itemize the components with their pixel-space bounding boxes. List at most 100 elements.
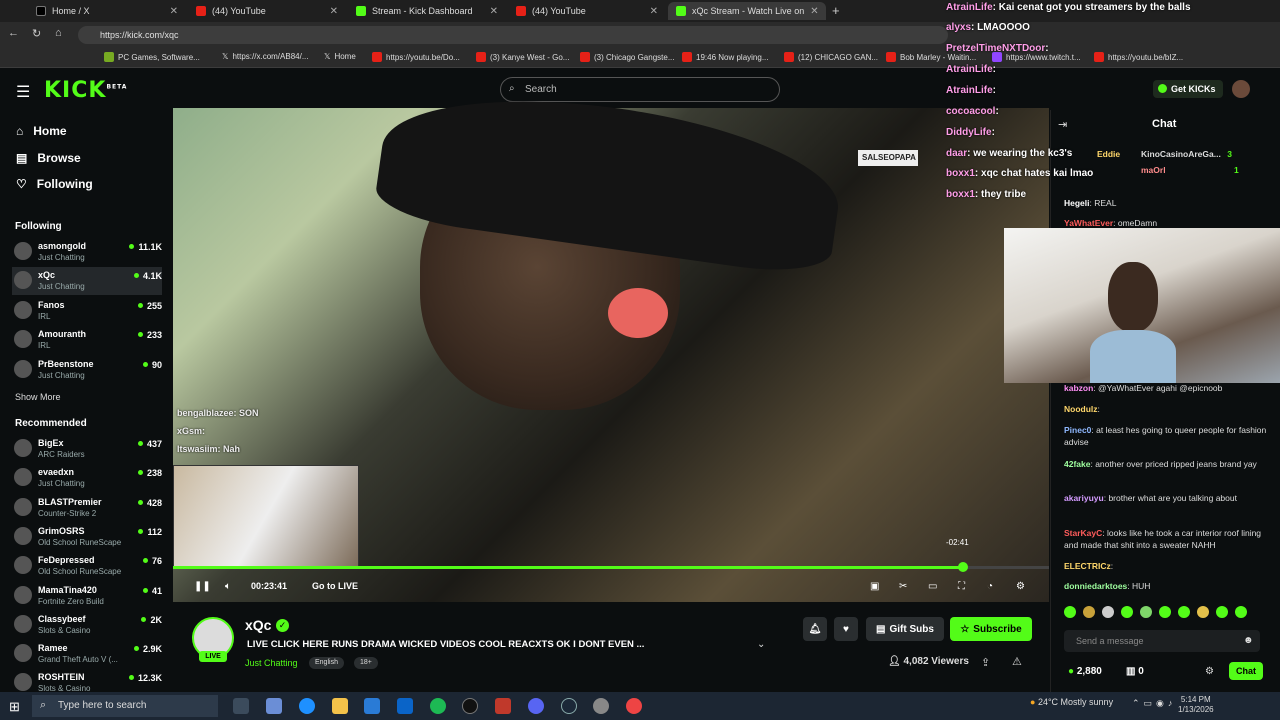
chat-username[interactable]: ELECTRICz xyxy=(1064,561,1111,571)
sidebar-channel-ramee[interactable]: Ramee Grand Theft Auto V (... 2.9K xyxy=(12,640,162,668)
tag-language[interactable]: English xyxy=(309,657,344,669)
copilot-icon[interactable] xyxy=(266,698,282,714)
close-tab-icon[interactable]: ✕ xyxy=(330,6,338,17)
close-tab-icon[interactable]: ✕ xyxy=(810,6,818,17)
sidebar-channel-asmongold[interactable]: asmongold Just Chatting 11.1K xyxy=(12,238,162,266)
chat-username[interactable]: Hegeli xyxy=(1064,198,1090,208)
media-icon[interactable] xyxy=(462,698,478,714)
timeline-scrubber[interactable] xyxy=(958,562,968,572)
sidebar-channel-prbeenstone[interactable]: PrBeenstone Just Chatting 90 xyxy=(12,356,162,384)
browser-tab[interactable]: (44) YouTube ✕ xyxy=(508,2,666,20)
windows-start-icon[interactable]: ⊞ xyxy=(9,699,20,715)
chat-username[interactable]: Pinec0 xyxy=(1064,425,1091,435)
bookmark[interactable]: 𝕏https://x.com/AB84/... xyxy=(222,52,308,61)
back-icon[interactable]: ← xyxy=(8,27,19,39)
emote-icon[interactable] xyxy=(1083,606,1095,618)
sidebar-channel-mamatina420[interactable]: MamaTina420 Fortnite Zero Build 41 xyxy=(12,582,162,610)
report-icon[interactable]: ⚠ xyxy=(1012,655,1022,668)
nav-home[interactable]: ⌂ Home xyxy=(16,124,67,138)
settings-gear-icon[interactable]: ⚙ xyxy=(1016,581,1025,592)
spotify-icon[interactable] xyxy=(430,698,446,714)
stream-category[interactable]: Just Chatting xyxy=(245,658,298,668)
tag-mature[interactable]: 18+ xyxy=(354,657,378,669)
sidebar-channel-fanos[interactable]: Fanos IRL 255 xyxy=(12,297,162,325)
chat-username[interactable]: Noodulz xyxy=(1064,404,1098,414)
address-bar[interactable]: https://kick.com/xqc xyxy=(78,26,948,44)
user-avatar[interactable] xyxy=(1232,80,1250,98)
chat-settings-gear-icon[interactable]: ⚙ xyxy=(1205,666,1214,677)
emoji-icon[interactable]: ☻ xyxy=(1243,635,1254,646)
emote-icon[interactable] xyxy=(1140,606,1152,618)
discord-icon[interactable] xyxy=(528,698,544,714)
nav-following[interactable]: ♡ Following xyxy=(16,177,93,191)
app-icon[interactable] xyxy=(593,698,609,714)
emote-icon[interactable] xyxy=(1197,606,1209,618)
system-tray-icons[interactable]: ⌃▭◉♪ xyxy=(1132,698,1176,709)
sidebar-channel-amouranth[interactable]: Amouranth IRL 233 xyxy=(12,326,162,354)
emote-icon[interactable] xyxy=(1235,606,1247,618)
close-tab-icon[interactable]: ✕ xyxy=(170,6,178,17)
steam-icon[interactable] xyxy=(561,698,577,714)
weather-widget[interactable]: ● 24°C Mostly sunny xyxy=(1030,697,1113,707)
kick-logo[interactable]: KICKBETA xyxy=(44,78,127,103)
bookmark[interactable]: (3) Kanye West - Go... xyxy=(476,52,569,62)
chat-username[interactable]: kabzon xyxy=(1064,383,1093,393)
home-icon[interactable]: ⌂ xyxy=(55,27,62,39)
menu-icon[interactable]: ☰ xyxy=(16,82,30,102)
sidebar-channel-bigex[interactable]: BigEx ARC Raiders 437 xyxy=(12,435,162,463)
bookmark[interactable]: (12) CHICAGO GAN... xyxy=(784,52,878,62)
sidebar-channel-classybeef[interactable]: Classybeef Slots & Casino 2K xyxy=(12,611,162,639)
sidebar-channel-fedepressed[interactable]: FeDepressed Old School RuneScape 76 xyxy=(12,552,162,580)
app-icon[interactable] xyxy=(626,698,642,714)
close-tab-icon[interactable]: ✕ xyxy=(490,6,498,17)
file-explorer-icon[interactable] xyxy=(332,698,348,714)
channel-points[interactable]: ▥ 0 xyxy=(1126,666,1144,677)
clip-icon[interactable]: ✂ xyxy=(899,581,907,592)
browser-tab[interactable]: (44) YouTube ✕ xyxy=(188,2,346,20)
gift-subs-button[interactable]: ▤ Gift Subs xyxy=(866,617,944,641)
search-input[interactable]: Search xyxy=(500,77,780,102)
sidebar-channel-evaedxn[interactable]: evaedxn Just Chatting 238 xyxy=(12,464,162,492)
chevron-down-icon[interactable]: ⌄ xyxy=(757,639,765,650)
chat-username[interactable]: StarKayC xyxy=(1064,528,1102,538)
emote-icon[interactable] xyxy=(1178,606,1190,618)
task-view-icon[interactable] xyxy=(233,698,249,714)
share-icon[interactable]: ⇪ xyxy=(981,656,990,669)
send-chat-button[interactable]: Chat xyxy=(1229,662,1263,680)
chat-message-input[interactable]: Send a message xyxy=(1064,630,1260,652)
emote-icon[interactable] xyxy=(1121,606,1133,618)
emote-icon[interactable] xyxy=(1216,606,1228,618)
reload-icon[interactable]: ↻ xyxy=(32,27,41,40)
theater-mode-icon[interactable]: ▭ xyxy=(928,581,937,592)
browser-tab[interactable]: Home / X ✕ xyxy=(28,2,186,20)
chat-username[interactable]: YaWhatEver xyxy=(1064,218,1113,228)
close-tab-icon[interactable]: ✕ xyxy=(650,6,658,17)
emote-icon[interactable] xyxy=(1102,606,1114,618)
subscribe-button[interactable]: ☆ Subscribe xyxy=(950,617,1032,641)
new-tab-icon[interactable]: + xyxy=(832,3,840,18)
bookmark[interactable]: 19:46 Now playing... xyxy=(682,52,769,62)
emote-icon[interactable] xyxy=(1159,606,1171,618)
taskbar-search-input[interactable]: Type here to search xyxy=(32,695,218,717)
bookmark[interactable]: 𝕏 Home xyxy=(324,52,356,61)
streamer-name[interactable]: xQc xyxy=(245,617,271,633)
bookmark[interactable]: PC Games, Software... xyxy=(104,52,200,62)
outlook-icon[interactable] xyxy=(397,698,413,714)
follow-heart-icon[interactable]: ♥ xyxy=(834,617,858,641)
chat-username[interactable]: 42fake xyxy=(1064,459,1090,469)
browser-tab-active[interactable]: xQc Stream - Watch Live on ✕ xyxy=(668,2,826,20)
bookmark[interactable]: (3) Chicago Gangste... xyxy=(580,52,674,62)
collapse-chat-icon[interactable]: ⇥ xyxy=(1058,118,1067,131)
app-icon[interactable] xyxy=(495,698,511,714)
volume-icon[interactable]: 🔈︎ xyxy=(225,581,231,592)
emote-icon[interactable] xyxy=(1064,606,1076,618)
fullscreen-icon[interactable]: ⛶ xyxy=(958,581,965,592)
bookmark[interactable]: https://youtu.be/bIZ... xyxy=(1094,52,1183,62)
speed-icon[interactable]: ◔ xyxy=(987,581,993,592)
show-more-link[interactable]: Show More xyxy=(15,392,61,402)
store-icon[interactable] xyxy=(364,698,380,714)
sidebar-channel-xqc[interactable]: xQc Just Chatting 4.1K xyxy=(12,267,162,296)
chat-username[interactable]: donniedarktoes xyxy=(1064,581,1127,591)
emote-bar[interactable] xyxy=(1064,606,1262,618)
edge-icon[interactable] xyxy=(299,698,315,714)
